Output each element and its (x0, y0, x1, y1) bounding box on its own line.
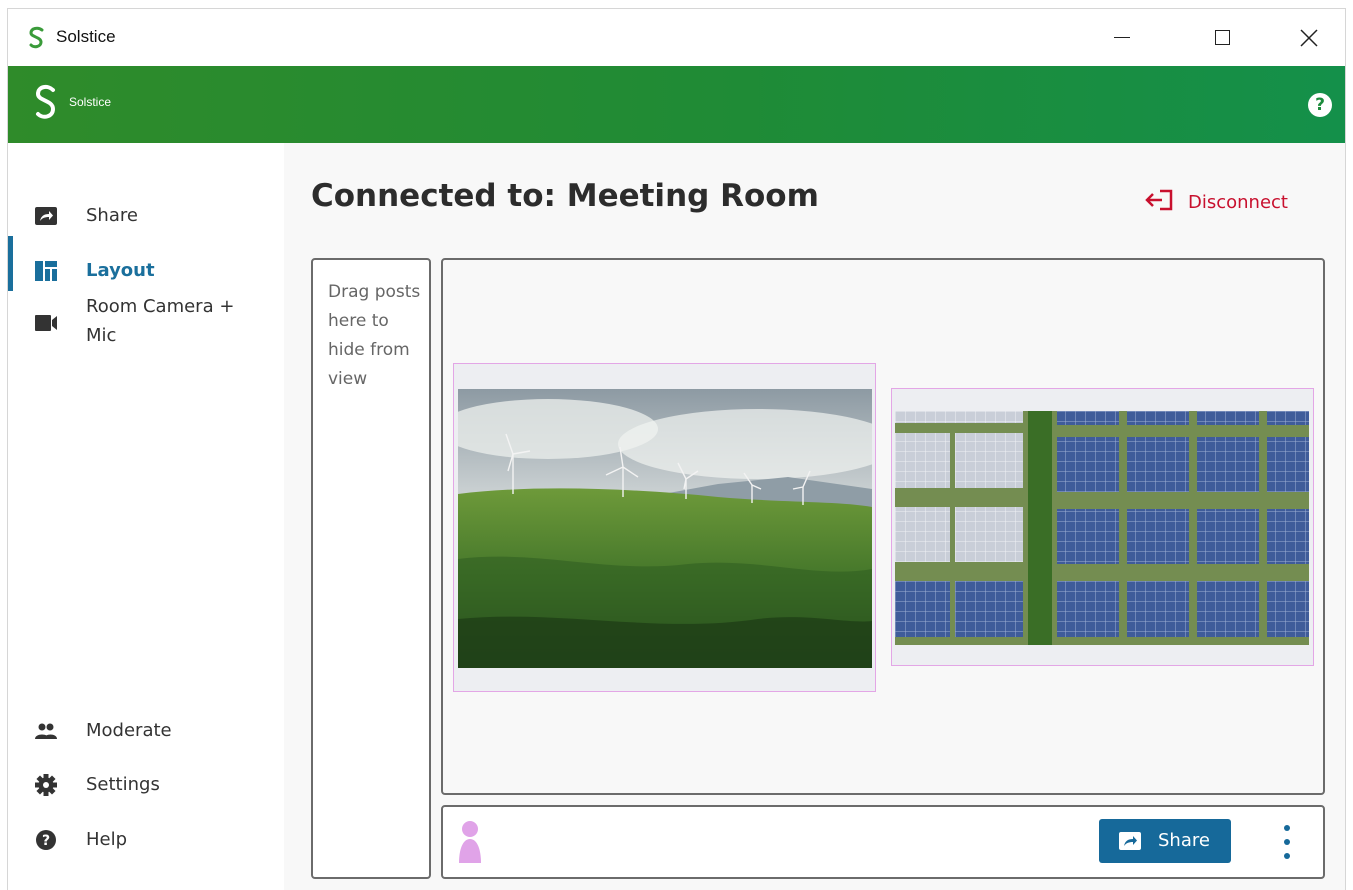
solstice-logo-icon (35, 84, 56, 119)
participant-bar: Share (441, 805, 1325, 879)
post-wind-turbines[interactable] (453, 363, 876, 692)
sidebar-item-settings[interactable]: Settings (8, 766, 284, 806)
maximize-icon (1214, 30, 1230, 45)
brand-name: Solstice (69, 95, 112, 109)
hide-zone-text: Drag posts here to hide from view (328, 282, 421, 389)
solar-panels-image (895, 411, 1309, 645)
minimize-icon (1114, 36, 1130, 39)
share-arrow-icon (1119, 832, 1141, 850)
people-icon (35, 723, 57, 739)
sidebar-item-label: Help (86, 829, 128, 850)
help-circle-icon: ? (36, 830, 56, 850)
layout-canvas[interactable] (441, 258, 1325, 795)
main-panel: Connected to: Meeting Room Disconnect Dr… (284, 143, 1345, 890)
page-title: Connected to: Meeting Room (311, 178, 819, 214)
maximize-button[interactable] (1191, 9, 1253, 66)
sidebar-item-share[interactable]: Share (8, 197, 284, 237)
sidebar-item-label: Moderate (86, 720, 172, 741)
gear-icon (35, 774, 57, 796)
sidebar-item-layout[interactable]: Layout (8, 252, 284, 292)
more-options-icon[interactable] (1281, 823, 1293, 861)
question-circle-icon[interactable]: ? (1308, 93, 1332, 117)
close-button[interactable] (1278, 9, 1340, 66)
share-button-label: Share (1158, 830, 1210, 851)
sidebar-item-label: Share (86, 205, 138, 226)
sidebar-item-label: Settings (86, 774, 160, 795)
solstice-logo-icon (29, 26, 44, 49)
layout-grid-icon (35, 261, 57, 281)
exit-icon (1145, 189, 1173, 211)
close-icon (1300, 28, 1318, 47)
sidebar-item-room-camera[interactable]: Room Camera + Mic (8, 294, 284, 354)
hide-drop-zone[interactable]: Drag posts here to hide from view (311, 258, 431, 879)
disconnect-label: Disconnect (1188, 192, 1288, 213)
post-solar-panels[interactable] (891, 388, 1314, 666)
window-title: Solstice (56, 27, 116, 46)
app-header: Solstice ? (8, 66, 1345, 143)
sidebar-item-label: Room Camera + Mic (86, 296, 235, 346)
share-button[interactable]: Share (1099, 819, 1231, 863)
sidebar-item-label: Layout (86, 260, 155, 281)
wind-turbines-image (458, 389, 872, 668)
title-bar: Solstice (8, 9, 1345, 66)
minimize-button[interactable] (1091, 9, 1153, 66)
sidebar-item-help[interactable]: ? Help (8, 821, 284, 861)
share-arrow-icon (35, 207, 57, 225)
user-avatar-icon (459, 821, 481, 863)
svg-text:?: ? (42, 833, 50, 849)
video-camera-icon (35, 315, 57, 331)
solstice-window: Solstice Solstice ? Share Layout Room Ca… (7, 8, 1346, 890)
sidebar-item-moderate[interactable]: Moderate (8, 712, 284, 752)
sidebar: Share Layout Room Camera + Mic Moderate … (8, 143, 284, 890)
